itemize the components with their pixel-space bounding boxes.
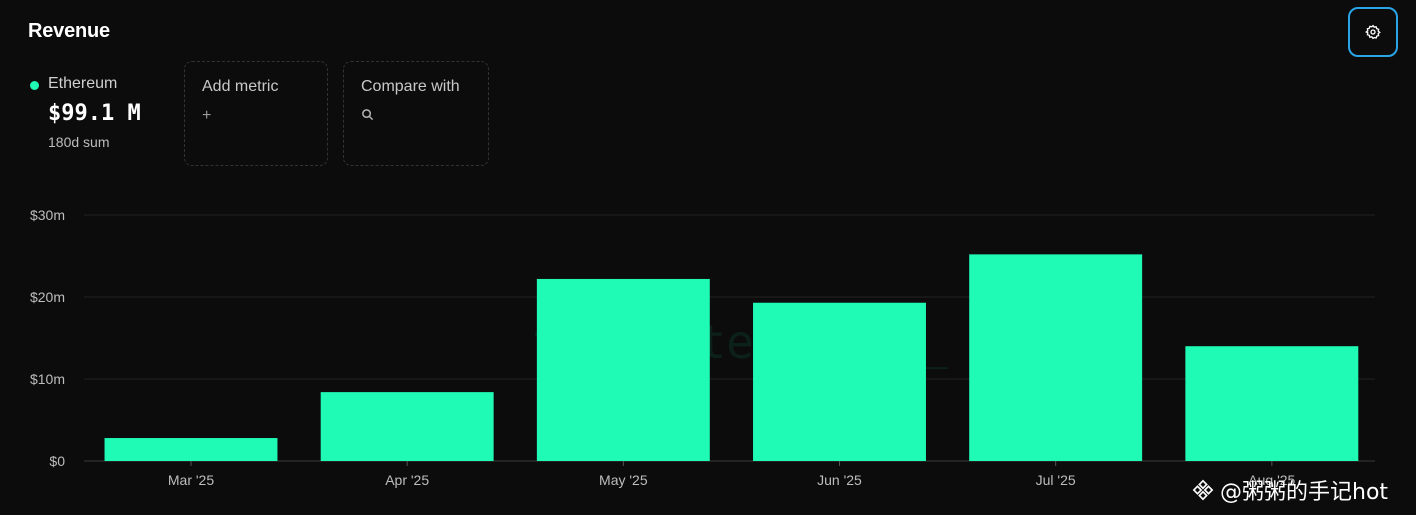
revenue-chart: token terminal_ $0$10m$20m$30m Mar '25 Ap… [30, 207, 1375, 488]
diamond-logo-icon [1192, 479, 1214, 501]
bar[interactable] [104, 438, 278, 461]
bar[interactable] [536, 278, 710, 461]
x-tick-label: Mar '25 [168, 472, 214, 488]
y-tick-label: $20m [30, 289, 65, 305]
y-tick-label: $30m [30, 207, 65, 223]
bar[interactable] [969, 254, 1143, 461]
x-tick-label: Apr '25 [385, 472, 429, 488]
bar[interactable] [1185, 346, 1359, 461]
x-tick-label: Jun '25 [817, 472, 862, 488]
y-tick-label: $10m [30, 371, 65, 387]
overlay-watermark-text: @粥粥的手记hot [1220, 480, 1389, 505]
x-tick-label: Jul '25 [1036, 472, 1076, 488]
bar[interactable] [753, 302, 926, 461]
bar[interactable] [320, 392, 494, 461]
overlay-watermark: @粥粥的手记hot [1192, 474, 1388, 506]
x-tick-label: May '25 [599, 472, 648, 488]
y-tick-label: $0 [49, 453, 65, 469]
